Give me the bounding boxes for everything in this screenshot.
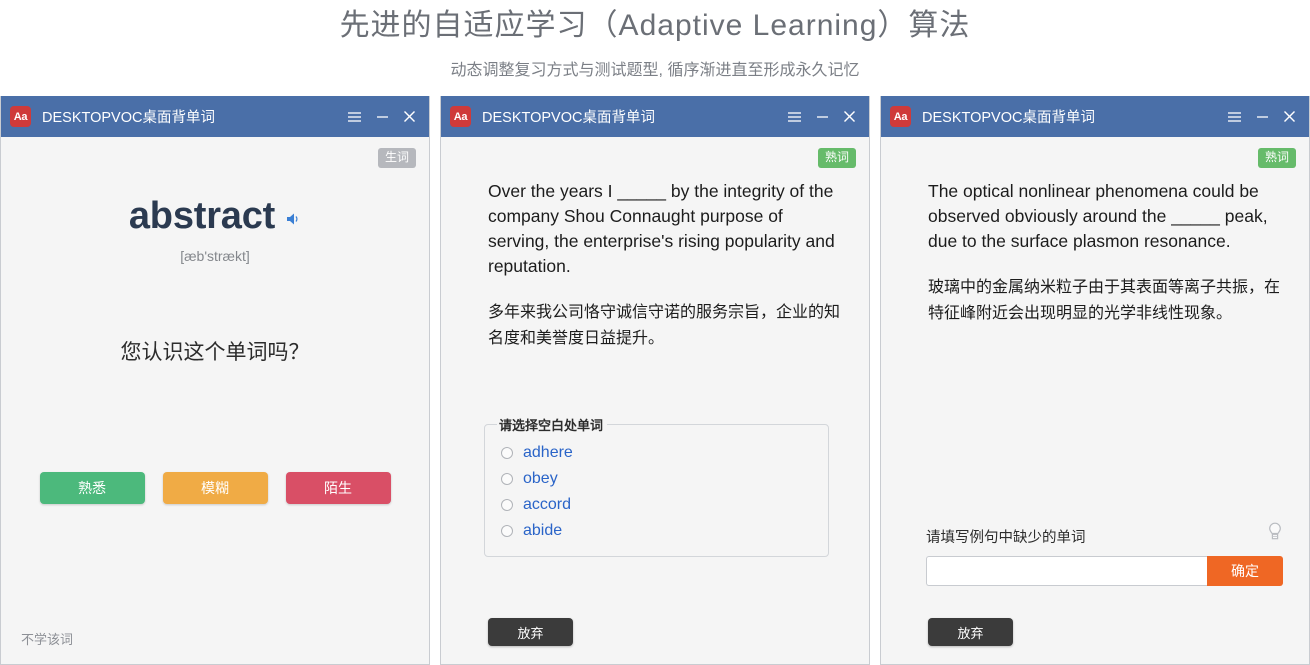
radio-icon[interactable] — [501, 525, 513, 537]
hamburger-menu-icon[interactable] — [347, 111, 362, 123]
app-title-3: DESKTOPVOC桌面背单词 — [922, 110, 1095, 126]
titlebar-3: Aa DESKTOPVOC桌面背单词 — [881, 96, 1309, 137]
close-icon[interactable] — [1283, 110, 1296, 123]
window-controls-1 — [347, 110, 419, 123]
minimize-icon[interactable] — [376, 111, 389, 123]
answer-head: 请填写例句中缺少的单词 — [926, 521, 1283, 548]
sentence-chinese: 多年来我公司恪守诚信守诺的服务宗旨，企业的知名度和美誉度日益提升。 — [488, 304, 841, 347]
sentence-chinese: 玻璃中的金属纳米粒子由于其表面等离子共振，在特征峰附近会出现明显的光学非线性现象… — [928, 279, 1281, 322]
answer-area: 请填写例句中缺少的单词 确定 — [926, 521, 1283, 586]
windows-row: Aa DESKTOPVOC桌面背单词 生词 abstract [æb'stræk… — [0, 96, 1310, 665]
word-options-group: 请选择空白处单词 adhere obey accord abide — [484, 415, 829, 557]
lightbulb-icon[interactable] — [1267, 521, 1283, 548]
word-line: abstract — [1, 195, 429, 238]
app-title-2: DESKTOPVOC桌面背单词 — [482, 110, 655, 126]
answer-label: 请填写例句中缺少的单词 — [926, 530, 1086, 546]
window-body-3: 熟词 The optical nonlinear phenomena could… — [881, 137, 1309, 664]
page-title: 先进的自适应学习（Adaptive Learning）算法 — [339, 9, 971, 42]
app-window-2: Aa DESKTOPVOC桌面背单词 熟词 Over the years I _… — [440, 96, 870, 665]
sentence-block-2: Over the years I _____ by the integrity … — [441, 137, 869, 352]
give-up-button[interactable]: 放弃 — [488, 618, 573, 646]
hamburger-menu-icon[interactable] — [1227, 111, 1242, 123]
option-label: accord — [523, 496, 572, 513]
titlebar-2: Aa DESKTOPVOC桌面背单词 — [441, 96, 869, 137]
app-title-1: DESKTOPVOC桌面背单词 — [42, 110, 215, 126]
familiarity-choices: 熟悉 模糊 陌生 — [1, 472, 429, 504]
minimize-icon[interactable] — [1256, 111, 1269, 123]
window-controls-3 — [1227, 110, 1299, 123]
word-phonetic: [æb'strækt] — [180, 248, 250, 264]
option-row[interactable]: adhere — [495, 440, 818, 466]
option-row[interactable]: abide — [495, 518, 818, 544]
vague-button[interactable]: 模糊 — [162, 472, 268, 504]
app-logo-icon: Aa — [890, 106, 911, 127]
speaker-icon[interactable] — [285, 211, 301, 232]
answer-input[interactable] — [926, 556, 1207, 586]
option-row[interactable]: obey — [495, 466, 818, 492]
give-up-button[interactable]: 放弃 — [928, 618, 1013, 646]
option-row[interactable]: accord — [495, 492, 818, 518]
radio-icon[interactable] — [501, 447, 513, 459]
familiar-button[interactable]: 熟悉 — [39, 472, 145, 504]
app-window-3: Aa DESKTOPVOC桌面背单词 熟词 The optical nonlin… — [880, 96, 1310, 665]
answer-input-row: 确定 — [926, 556, 1283, 586]
word-block: abstract [æb'strækt] — [1, 137, 429, 264]
app-window-1: Aa DESKTOPVOC桌面背单词 生词 abstract [æb'stræk… — [0, 96, 430, 665]
status-badge: 生词 — [377, 148, 416, 168]
page-subtitle: 动态调整复习方式与测试题型, 循序渐进直至形成永久记忆 — [450, 62, 860, 79]
app-logo-icon: Aa — [10, 106, 31, 127]
window-body-1: 生词 abstract [æb'strækt] 您认识这个单词吗？ 熟悉 模糊 — [1, 137, 429, 664]
word-options-legend: 请选择空白处单词 — [499, 418, 604, 433]
minimize-icon[interactable] — [816, 111, 829, 123]
close-icon[interactable] — [843, 110, 856, 123]
sentence-block-3: The optical nonlinear phenomena could be… — [881, 137, 1309, 327]
submit-answer-button[interactable]: 确定 — [1207, 556, 1283, 586]
status-badge: 熟词 — [817, 148, 856, 168]
option-label: abide — [523, 522, 563, 539]
radio-icon[interactable] — [501, 499, 513, 511]
app-logo-icon: Aa — [450, 106, 471, 127]
sentence-english: The optical nonlinear phenomena could be… — [928, 181, 1268, 251]
window-body-2: 熟词 Over the years I _____ by the integri… — [441, 137, 869, 664]
titlebar-1: Aa DESKTOPVOC桌面背单词 — [1, 96, 429, 137]
strange-button[interactable]: 陌生 — [285, 472, 391, 504]
page-header: 先进的自适应学习（Adaptive Learning）算法 动态调整复习方式与测… — [0, 0, 1310, 96]
radio-icon[interactable] — [501, 473, 513, 485]
vocabulary-word: abstract — [128, 195, 276, 237]
hamburger-menu-icon[interactable] — [787, 111, 802, 123]
status-badge: 熟词 — [1257, 148, 1296, 168]
option-label: adhere — [523, 444, 573, 461]
close-icon[interactable] — [403, 110, 416, 123]
window-controls-2 — [787, 110, 859, 123]
skip-word-link[interactable]: 不学该词 — [21, 629, 73, 648]
option-label: obey — [523, 470, 558, 487]
sentence-english: Over the years I _____ by the integrity … — [488, 181, 835, 276]
prompt-question: 您认识这个单词吗？ — [120, 341, 310, 364]
